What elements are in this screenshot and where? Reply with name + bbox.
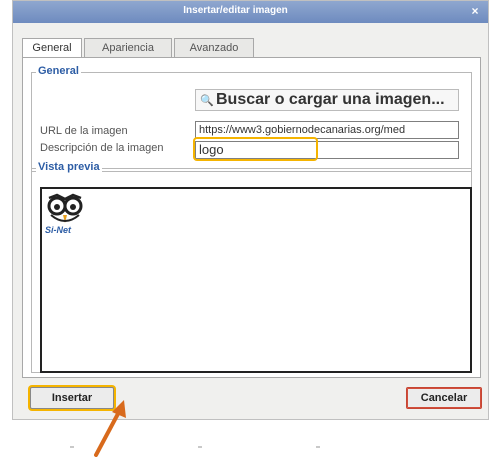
image-preview: Si-Net bbox=[40, 187, 472, 373]
tab-avanzado[interactable]: Avanzado bbox=[174, 38, 254, 58]
logo-text: Si-Net bbox=[45, 225, 72, 235]
general-panel: General 🔍 Buscar o cargar una imagen... U… bbox=[22, 57, 481, 378]
window-title: Insertar/editar imagen bbox=[183, 5, 288, 16]
title-bar: Insertar/editar imagen × bbox=[13, 1, 488, 23]
tab-apariencia[interactable]: Apariencia bbox=[84, 38, 172, 58]
arrow-icon bbox=[94, 400, 126, 457]
url-label: URL de la imagen bbox=[40, 125, 128, 137]
underline-mark bbox=[316, 446, 320, 448]
image-dialog: Insertar/editar imagen × General Aparien… bbox=[12, 0, 489, 420]
search-icon: 🔍 bbox=[200, 95, 214, 107]
general-fieldset: General 🔍 Buscar o cargar una imagen... U… bbox=[31, 65, 472, 172]
general-legend: General bbox=[36, 65, 81, 77]
browse-image-button[interactable]: 🔍 Buscar o cargar una imagen... bbox=[195, 89, 459, 111]
underline-mark bbox=[70, 446, 74, 448]
preview-fieldset: Vista previa Si-Net bbox=[31, 161, 472, 373]
tab-general[interactable]: General bbox=[22, 38, 82, 59]
description-label: Descripción de la imagen bbox=[40, 142, 164, 154]
cancel-button[interactable]: Cancelar bbox=[406, 387, 482, 409]
browse-image-label: Buscar o cargar una imagen... bbox=[216, 91, 445, 108]
close-icon[interactable]: × bbox=[466, 4, 484, 19]
underline-mark bbox=[198, 446, 202, 448]
preview-legend: Vista previa bbox=[36, 161, 102, 173]
description-highlight bbox=[193, 137, 318, 161]
